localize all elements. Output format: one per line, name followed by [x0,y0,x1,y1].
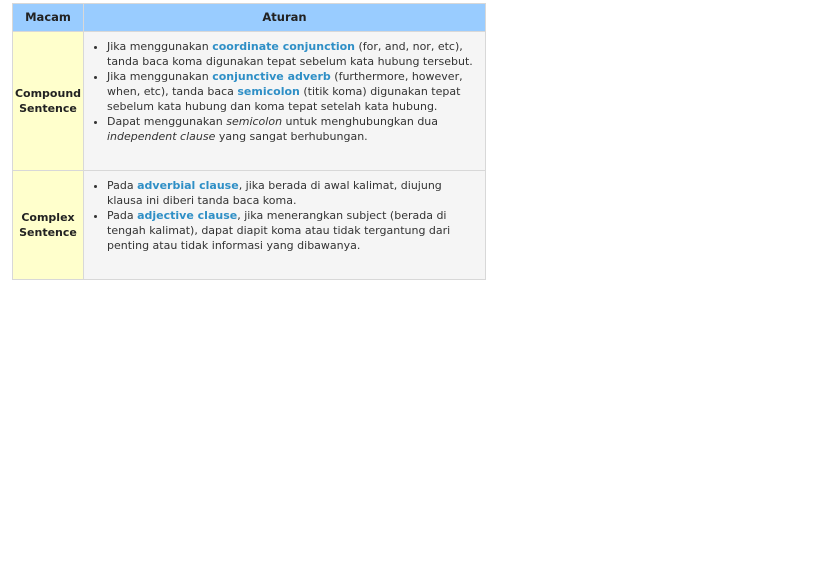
sentence-type-complex: Complex Sentence [12,170,84,280]
rules-list: Pada adverbial clause, jika berada di aw… [84,178,477,253]
table-row: Complex Sentence Pada adverbial clause, … [12,170,486,280]
sentence-type-compound: Compound Sentence [12,31,84,171]
rules-cell-compound: Jika menggunakan coordinate conjunction … [83,31,486,171]
list-item: Dapat menggunakan semicolon untuk menghu… [107,114,477,144]
list-item: Jika menggunakan conjunctive adverb (fur… [107,69,477,114]
list-item: Pada adjective clause, jika menerangkan … [107,208,477,253]
sentence-type-line: Compound [14,87,82,100]
italic-term: semicolon [226,115,283,128]
keyword-term: conjunctive adverb [212,70,331,83]
rules-list: Jika menggunakan coordinate conjunction … [84,39,477,144]
rules-cell-complex: Pada adverbial clause, jika berada di aw… [83,170,486,280]
sentence-rules-table: Macam Aturan Compound Sentence Jika meng… [12,3,486,280]
sentence-type-line: Sentence [19,226,77,239]
keyword-term: semicolon [237,85,300,98]
keyword-term: coordinate conjunction [212,40,356,53]
table-row: Compound Sentence Jika menggunakan coord… [12,31,486,171]
keyword-term: adverbial clause [137,179,239,192]
keyword-term: adjective clause [137,209,238,222]
header-macam: Macam [12,3,84,32]
italic-term: independent clause [107,130,216,143]
list-item: Jika menggunakan coordinate conjunction … [107,39,477,69]
sentence-type-line: Sentence [19,102,77,115]
header-row: Macam Aturan [12,3,486,32]
header-aturan: Aturan [83,3,486,32]
sentence-type-line: Complex [21,211,75,224]
list-item: Pada adverbial clause, jika berada di aw… [107,178,477,208]
